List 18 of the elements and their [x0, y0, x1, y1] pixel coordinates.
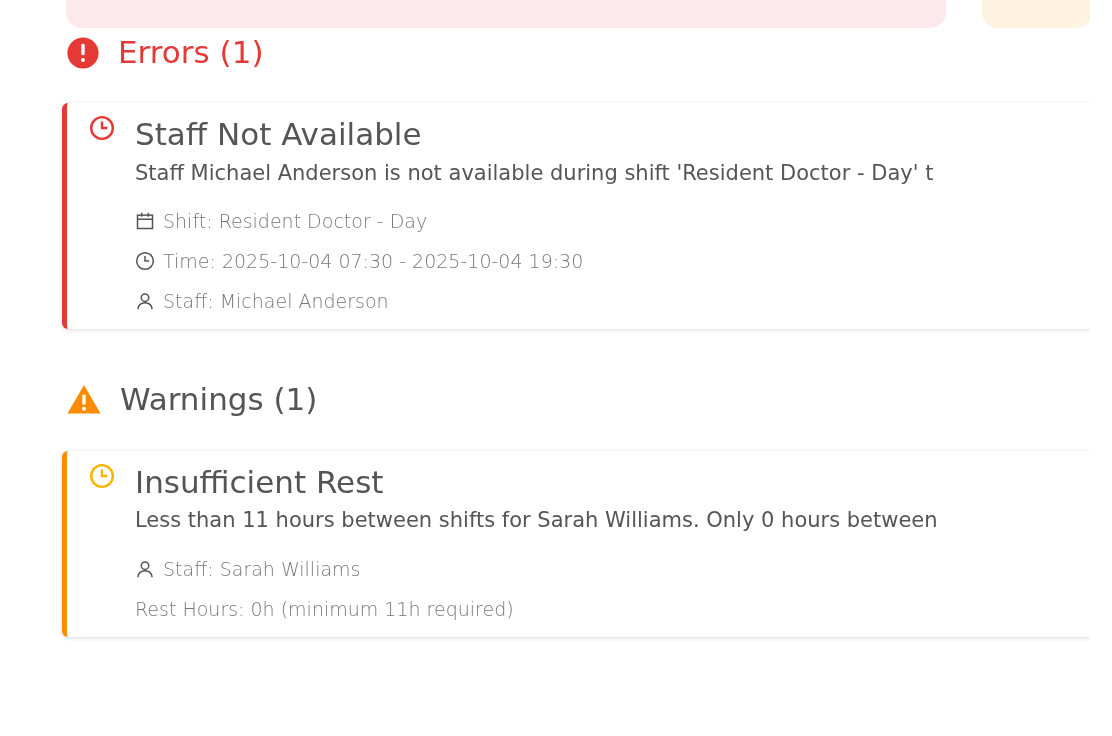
- clock-icon: [89, 462, 115, 489]
- detail-text: Staff: Michael Anderson: [163, 289, 389, 315]
- clock-icon: [89, 115, 115, 142]
- detail-text: Staff: Sarah Williams: [163, 556, 361, 582]
- issue-title: Insufficient Rest: [135, 462, 385, 502]
- section-heading: Errors (1): [118, 34, 264, 72]
- calendar-icon: [135, 211, 155, 232]
- person-icon: [135, 291, 155, 312]
- clock-icon: [135, 251, 155, 272]
- issue-title: Staff Not Available: [135, 115, 423, 154]
- issue-description: Less than 11 hours between shifts for Sarah Williams. Only 0 hours between: [135, 507, 938, 535]
- detail-text: Shift: Resident Doctor - Day: [163, 209, 428, 235]
- person-icon: [135, 558, 155, 579]
- detail-text: Rest Hours: 0h (minimum 11h required): [135, 596, 514, 622]
- section-heading: Warnings (1): [120, 381, 318, 419]
- issue-description: Staff Michael Anderson is not available during shift 'Resident Doctor - Day' t: [135, 159, 934, 187]
- alert-icon: [66, 35, 100, 70]
- detail-text: Time: 2025-10-04 07:30 - 2025-10-04 19:30: [163, 249, 584, 275]
